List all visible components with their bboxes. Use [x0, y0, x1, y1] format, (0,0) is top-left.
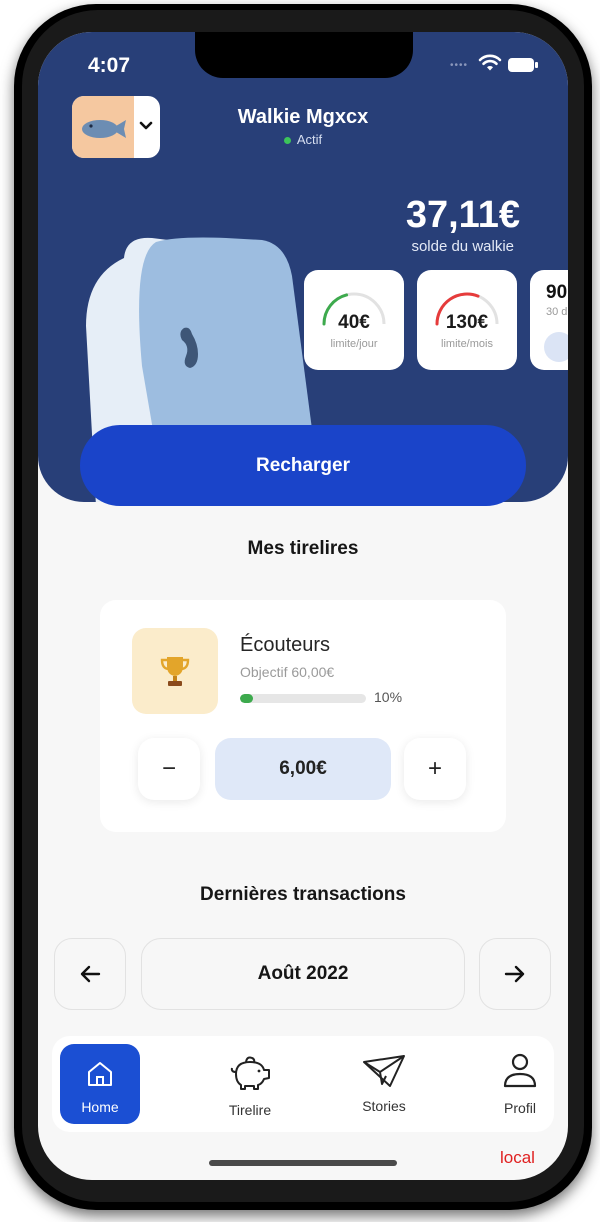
monthly-limit-label: limite/mois [441, 338, 493, 350]
month-selector[interactable]: Août 2022 [141, 938, 465, 1010]
app-screen: 4:07 •••• Walkie Mgxcx Actif 37,11€ sold… [38, 32, 568, 1180]
user-icon [503, 1053, 537, 1088]
tab-tirelire-label: Tirelire [228, 1102, 272, 1118]
home-indicator [209, 1160, 397, 1166]
notch [195, 32, 413, 78]
increase-amount-button[interactable]: + [404, 738, 466, 800]
device-name: Walkie Mgxcx [237, 106, 369, 128]
goal-target: Objectif 60,00€ [240, 664, 335, 680]
previous-month-button[interactable] [54, 938, 126, 1010]
trophy-icon [160, 657, 190, 686]
tab-profil[interactable]: Profil [470, 1036, 568, 1132]
next-month-button[interactable] [479, 938, 551, 1010]
goal-progress-percent: 10% [374, 689, 403, 705]
extra-limit-value: 90 [546, 282, 568, 303]
balance-amount: 37,11€ [405, 194, 520, 236]
daily-limit-label: limite/jour [330, 338, 378, 350]
goal-name: Écouteurs [240, 634, 331, 656]
extra-limit-card[interactable]: 90 30 d [530, 270, 568, 370]
daily-limit-card[interactable]: 40€ limite/jour [304, 270, 404, 370]
tab-stories-label: Stories [362, 1098, 406, 1114]
piggy-bank-icon [230, 1056, 270, 1090]
piggy-banks-title: Mes tirelires [247, 538, 359, 559]
arrow-right-icon [504, 965, 525, 983]
tab-tirelire[interactable]: Tirelire [200, 1036, 300, 1132]
tab-home[interactable]: Home [60, 1044, 140, 1124]
home-icon [88, 1062, 112, 1086]
tab-home-label: Home [81, 1099, 119, 1115]
environment-label: local [500, 1148, 535, 1167]
tab-stories[interactable]: Stories [334, 1036, 434, 1132]
piggy-bank-card[interactable]: Écouteurs Objectif 60,00€ 10% − 6,00€ + [100, 600, 506, 832]
goal-progress-bar [240, 694, 366, 703]
amount-field[interactable]: 6,00€ [215, 738, 391, 800]
tab-bar: Home Tirelire Stories Profil [52, 1036, 554, 1132]
device-status: Actif [38, 132, 568, 147]
tab-profil-label: Profil [504, 1100, 536, 1116]
status-dot [283, 137, 291, 145]
paper-plane-icon [363, 1055, 405, 1087]
extra-limit-label: 30 d [546, 306, 568, 318]
monthly-limit-value: 130€ [445, 312, 489, 333]
wifi-icon [478, 54, 502, 71]
signal-icon: •••• [450, 60, 469, 71]
status-time: 4:07 [88, 54, 131, 77]
monthly-limit-card[interactable]: 130€ limite/mois [417, 270, 517, 370]
whale-avatar-icon [544, 332, 568, 362]
decrease-amount-button[interactable]: − [138, 738, 200, 800]
device-status-label: Actif [296, 132, 323, 147]
battery-icon [508, 58, 538, 72]
recharge-button[interactable]: Recharger [80, 425, 526, 506]
balance-label: solde du walkie [411, 238, 514, 255]
goal-icon-box [132, 628, 218, 714]
transactions-title: Dernières transactions [200, 884, 406, 905]
goal-progress-fill [240, 694, 253, 703]
arrow-left-icon [80, 965, 101, 983]
daily-limit-value: 40€ [338, 312, 370, 333]
